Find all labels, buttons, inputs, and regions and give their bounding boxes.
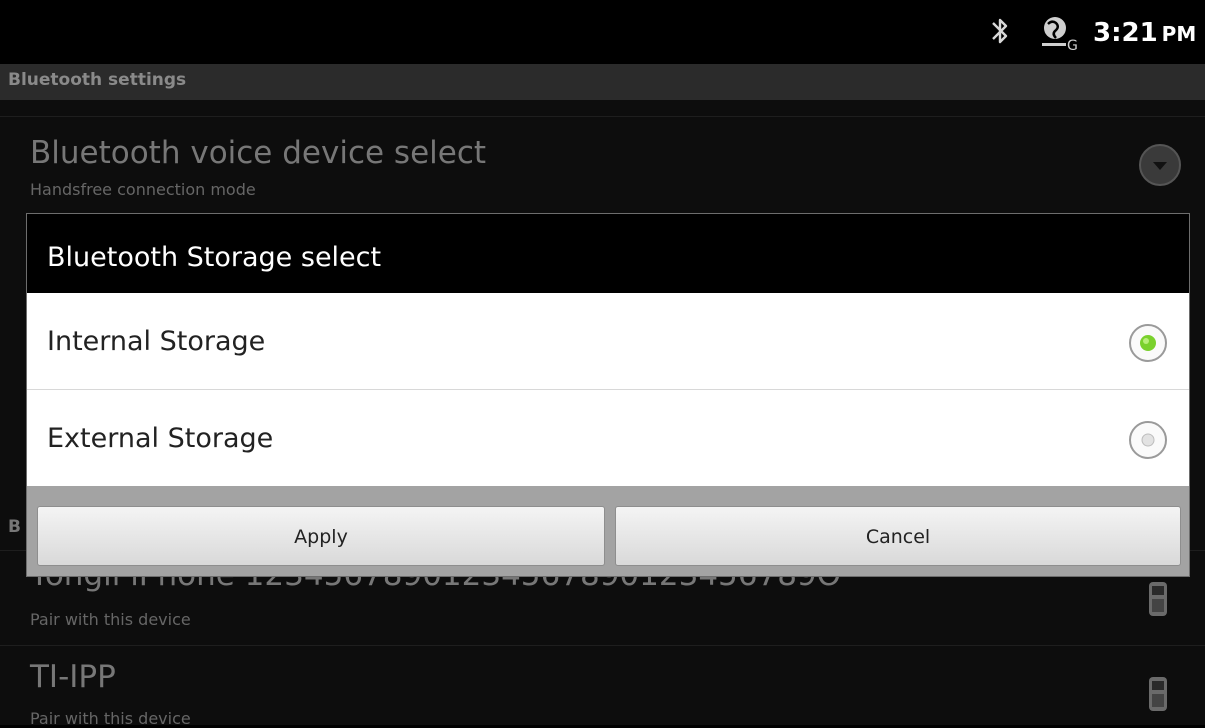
device-row[interactable]: TI-IPP Pair with this device bbox=[0, 645, 1205, 728]
section-header-partial: B bbox=[8, 517, 21, 537]
voice-device-subtitle: Handsfree connection mode bbox=[30, 180, 256, 199]
device-name: TI-IPP bbox=[30, 659, 116, 695]
dialog-button-bar: Apply Cancel bbox=[27, 486, 1189, 576]
cancel-button[interactable]: Cancel bbox=[615, 506, 1181, 566]
chevron-down-icon[interactable] bbox=[1138, 143, 1182, 187]
radio-selected-icon[interactable] bbox=[1128, 323, 1168, 363]
status-bar: G 3:21 PM bbox=[0, 0, 1205, 64]
radio-unselected-icon[interactable] bbox=[1128, 420, 1168, 460]
network-g-icon: G bbox=[1042, 17, 1078, 52]
option-internal-storage[interactable]: Internal Storage bbox=[27, 293, 1189, 389]
svg-text:G: G bbox=[1067, 38, 1078, 52]
voice-device-row[interactable]: Bluetooth voice device select Handsfree … bbox=[0, 116, 1205, 213]
section-header: Bluetooth settings bbox=[0, 64, 1205, 100]
dialog-title-bar: Bluetooth Storage select bbox=[27, 214, 1189, 293]
clock-time: 3:21 bbox=[1093, 18, 1158, 48]
device-subtitle: Pair with this device bbox=[30, 610, 191, 629]
option-label: External Storage bbox=[47, 423, 274, 454]
dialog-title: Bluetooth Storage select bbox=[47, 242, 382, 273]
phone-icon bbox=[1149, 677, 1167, 711]
apply-button[interactable]: Apply bbox=[37, 506, 605, 566]
bluetooth-icon bbox=[992, 18, 1008, 44]
phone-icon bbox=[1149, 582, 1167, 616]
clock: 3:21 PM bbox=[1093, 18, 1196, 48]
voice-device-title: Bluetooth voice device select bbox=[30, 135, 487, 171]
option-label: Internal Storage bbox=[47, 326, 266, 357]
section-header-label: Bluetooth settings bbox=[8, 70, 187, 90]
device-subtitle: Pair with this device bbox=[30, 709, 191, 728]
storage-select-dialog: Bluetooth Storage select Internal Storag… bbox=[26, 213, 1190, 577]
clock-ampm: PM bbox=[1161, 22, 1197, 46]
option-external-storage[interactable]: External Storage bbox=[27, 390, 1189, 486]
